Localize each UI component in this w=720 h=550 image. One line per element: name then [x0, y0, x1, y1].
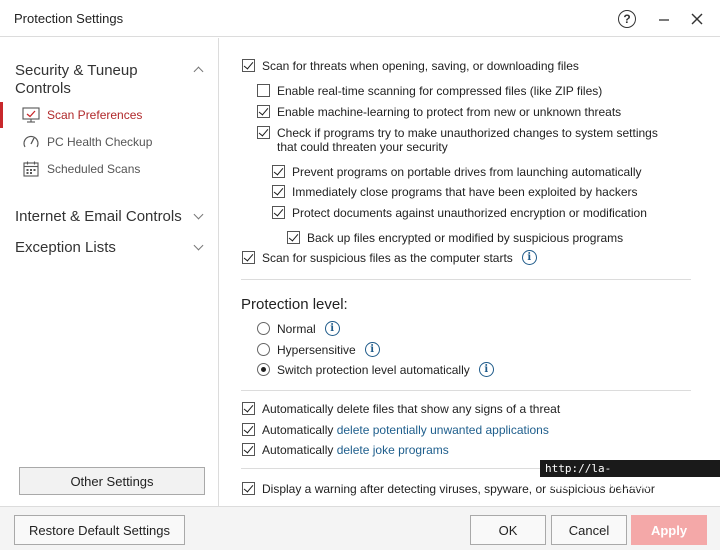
footer: Restore Default Settings OK Cancel Apply [0, 506, 720, 550]
option-label: Automatically delete joke programs [262, 443, 449, 457]
option-auto-delete-pua[interactable]: Automatically delete potentially unwante… [242, 423, 702, 437]
sidebar-group-internet-email[interactable]: Internet & Email Controls [15, 208, 182, 226]
option-label: Automatically delete potentially unwante… [262, 423, 549, 437]
joke-programs-link[interactable]: delete joke programs [337, 443, 449, 457]
option-scan-on-access[interactable]: Scan for threats when opening, saving, o… [242, 59, 702, 73]
active-indicator [0, 102, 3, 128]
checkbox[interactable] [287, 231, 300, 244]
option-label: Automatically delete files that show any… [262, 402, 561, 416]
checkbox[interactable] [257, 84, 270, 97]
info-icon[interactable]: i [478, 362, 494, 377]
help-button[interactable]: ? [610, 0, 644, 37]
pua-link[interactable]: delete potentially unwanted applications [337, 423, 549, 437]
option-label: Hypersensitive [277, 343, 356, 357]
help-icon: ? [618, 9, 636, 28]
sidebar-item-label: PC Health Checkup [47, 135, 153, 149]
sidebar-item-scheduled-scans[interactable]: Scheduled Scans [0, 156, 218, 182]
sidebar-item-scan-preferences[interactable]: Scan Preferences [0, 102, 218, 128]
option-label: Immediately close programs that have bee… [292, 185, 638, 199]
sidebar-item-label: Scheduled Scans [47, 162, 141, 176]
option-label: Normal [277, 322, 316, 336]
sidebar-group-security[interactable]: Security & Tuneup Controls [15, 62, 155, 98]
option-label: Scan for threats when opening, saving, o… [262, 59, 579, 73]
info-icon[interactable]: i [521, 250, 537, 265]
checkbox[interactable] [242, 443, 255, 456]
option-label: Scan for suspicious files as the compute… [262, 251, 513, 265]
checkbox[interactable] [257, 105, 270, 118]
sidebar-item-label: Scan Preferences [47, 108, 143, 122]
checkbox[interactable] [257, 126, 270, 139]
cancel-button[interactable]: Cancel [551, 515, 627, 545]
chevron-down-icon[interactable] [193, 240, 204, 251]
radio-normal[interactable]: Normal i [257, 321, 340, 336]
option-label: Prevent programs on portable drives from… [292, 165, 642, 179]
checkbox[interactable] [242, 251, 255, 264]
gauge-icon [23, 135, 39, 148]
option-label: Back up files encrypted or modified by s… [307, 231, 624, 245]
apply-button[interactable]: Apply [631, 515, 707, 545]
minimize-icon [659, 18, 669, 21]
protection-level-title: Protection level: [241, 296, 348, 313]
sidebar-group-exception-lists[interactable]: Exception Lists [15, 239, 116, 257]
radio-hypersensitive[interactable]: Hypersensitive i [257, 342, 380, 357]
chevron-down-icon[interactable] [193, 209, 204, 220]
option-startup-scan[interactable]: Scan for suspicious files as the compute… [242, 250, 702, 265]
chevron-up-icon[interactable] [193, 66, 204, 77]
option-backup-files[interactable]: Back up files encrypted or modified by s… [287, 231, 687, 245]
option-label: Enable real-time scanning for compressed… [277, 84, 603, 98]
option-close-exploited[interactable]: Immediately close programs that have bee… [272, 185, 692, 199]
option-label-prefix: Automatically [262, 423, 337, 437]
checkbox[interactable] [242, 402, 255, 415]
main-content: Scan for threats when opening, saving, o… [220, 38, 720, 506]
title-bar: Protection Settings ? [0, 0, 720, 37]
watermark: http://la-nube.tistory.com [540, 460, 720, 492]
divider [241, 390, 691, 391]
option-auto-delete-threats[interactable]: Automatically delete files that show any… [242, 402, 702, 416]
monitor-check-icon [22, 107, 40, 123]
calendar-icon [23, 161, 39, 177]
option-label: Enable machine-learning to protect from … [277, 105, 622, 119]
checkbox[interactable] [272, 165, 285, 178]
option-portable-drives[interactable]: Prevent programs on portable drives from… [272, 165, 692, 179]
close-button[interactable] [680, 0, 714, 37]
radio-auto[interactable]: Switch protection level automatically i [257, 362, 494, 377]
radio-button[interactable] [257, 322, 270, 335]
checkbox[interactable] [242, 482, 255, 495]
option-label-prefix: Automatically [262, 443, 337, 457]
checkbox[interactable] [242, 59, 255, 72]
option-unauthorized-changes[interactable]: Check if programs try to make unauthoriz… [257, 126, 677, 154]
option-label: Protect documents against unauthorized e… [292, 206, 647, 220]
ok-button[interactable]: OK [470, 515, 546, 545]
option-auto-delete-jokes[interactable]: Automatically delete joke programs [242, 443, 702, 457]
option-label: Switch protection level automatically [277, 363, 470, 377]
window-title: Protection Settings [14, 11, 124, 26]
sidebar-item-pc-health-checkup[interactable]: PC Health Checkup [0, 129, 218, 155]
info-icon[interactable]: i [324, 321, 340, 336]
option-protect-documents[interactable]: Protect documents against unauthorized e… [272, 206, 692, 220]
restore-defaults-button[interactable]: Restore Default Settings [14, 515, 185, 545]
other-settings-button[interactable]: Other Settings [19, 467, 205, 495]
checkbox[interactable] [272, 206, 285, 219]
checkbox[interactable] [272, 185, 285, 198]
info-icon[interactable]: i [364, 342, 380, 357]
option-label: Check if programs try to make unauthoriz… [277, 126, 658, 154]
option-machine-learning[interactable]: Enable machine-learning to protect from … [257, 105, 697, 119]
option-compressed-scan[interactable]: Enable real-time scanning for compressed… [257, 84, 697, 98]
radio-button[interactable] [257, 343, 270, 356]
minimize-button[interactable] [647, 0, 681, 37]
radio-button[interactable] [257, 363, 270, 376]
close-icon [691, 13, 703, 24]
divider [241, 279, 691, 280]
sidebar: Security & Tuneup Controls Scan Preferen… [0, 38, 219, 506]
checkbox[interactable] [242, 423, 255, 436]
